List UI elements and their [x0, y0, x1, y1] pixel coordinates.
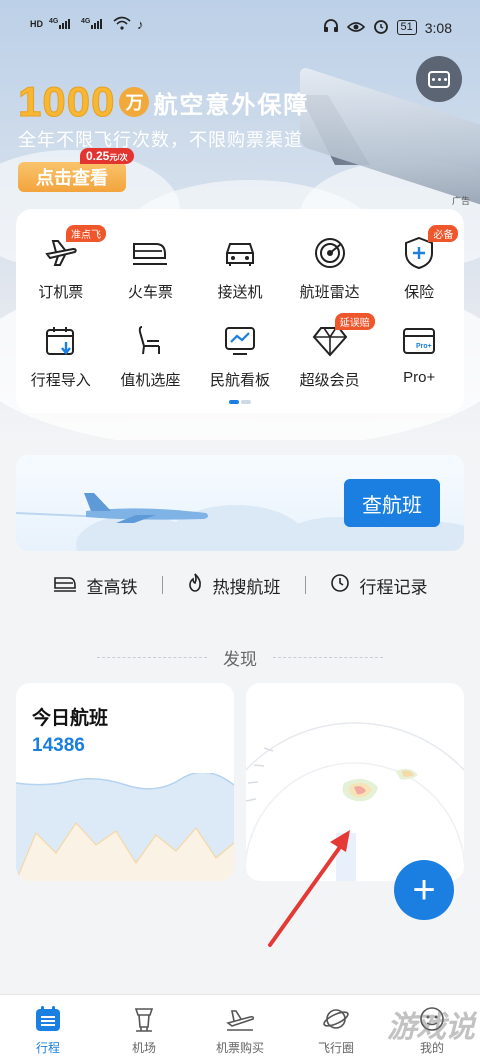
clock-icon: [330, 573, 350, 598]
ad-price: 0.25: [86, 149, 110, 163]
tab-airport-label: 机场: [131, 1041, 156, 1055]
seat-icon: [130, 321, 170, 361]
quick-link-hot-label: 热搜航班: [212, 577, 281, 597]
ad-subtitle: 全年不限飞行次数，不限购票渠道: [18, 130, 303, 150]
service-badge: 必备: [428, 225, 459, 242]
service-car[interactable]: 接送机: [195, 233, 285, 302]
service-badge: 延误赔: [334, 313, 375, 330]
flight-search-banner[interactable]: 查航班: [16, 455, 464, 551]
service-seat[interactable]: 值机选座: [106, 321, 196, 390]
signal-icon-2: 4G: [81, 16, 107, 32]
signal-icon: 4G: [49, 16, 75, 32]
services-grid: 准点飞 订机票 火车票 接送机 航班雷达 必备 保险 行程导入 值机选座 民航看板 延误赔 超级会员…: [16, 209, 464, 413]
car-icon: [220, 233, 260, 273]
today-flights-title: 今日航班: [32, 708, 109, 729]
planet-icon: [320, 1003, 352, 1035]
wifi-icon: [113, 16, 131, 32]
pro-card-icon: Pro+: [399, 321, 439, 361]
tab-itinerary-label: 行程: [35, 1041, 60, 1055]
svg-text:4G: 4G: [49, 18, 59, 25]
airplane-illustration: [16, 493, 209, 523]
ad-headline-unit: 万: [119, 87, 150, 117]
service-label: 值机选座: [120, 372, 181, 389]
service-label: 接送机: [217, 284, 263, 301]
search-flights-button[interactable]: 查航班: [344, 479, 440, 527]
today-flights-count: 14386: [32, 735, 85, 756]
quick-links: 查高铁 热搜航班 行程记录: [0, 570, 480, 600]
service-label: Pro+: [403, 369, 436, 386]
service-plane[interactable]: 准点飞订机票: [16, 225, 106, 302]
tab-flight-circle-label: 飞行圈: [317, 1041, 354, 1055]
itinerary-icon: [32, 1003, 64, 1035]
flights-trend-graphic: [16, 773, 234, 881]
tab-airport[interactable]: 机场: [96, 995, 192, 1061]
service-dashboard[interactable]: 民航看板: [195, 321, 285, 390]
quick-link-history-label: 行程记录: [359, 577, 428, 597]
ad-headline: 1000 万 航空意外保障: [17, 78, 310, 126]
ad-price-badge: 0.25元/次: [80, 148, 134, 164]
service-pro-card[interactable]: Pro+ Pro+: [374, 321, 464, 390]
alarm-icon: [373, 18, 389, 37]
message-button[interactable]: [416, 56, 462, 102]
service-label: 行程导入: [30, 372, 91, 389]
annotation-arrow: [268, 830, 350, 947]
watermark: 游戏说: [387, 1011, 475, 1044]
headphones-icon: [323, 19, 339, 36]
ad-price-unit: 元/次: [109, 153, 128, 162]
service-train[interactable]: 火车票: [106, 233, 196, 302]
service-radar[interactable]: 航班雷达: [285, 233, 375, 302]
service-shield-plus[interactable]: 必备保险: [374, 225, 464, 302]
clock-time: 3:08: [424, 19, 452, 36]
eye-icon: [346, 20, 365, 36]
tab-flight-circle[interactable]: 飞行圈: [288, 995, 384, 1061]
service-diamond[interactable]: 延误赔超级会员: [285, 313, 375, 390]
quick-link-history[interactable]: 行程记录: [306, 573, 452, 598]
train-front-icon: [53, 574, 77, 597]
add-fab-button[interactable]: +: [394, 860, 454, 920]
discover-header: 发现: [0, 645, 480, 669]
service-label: 订机票: [38, 284, 84, 301]
service-label: 民航看板: [209, 372, 270, 389]
divider: [97, 656, 207, 658]
divider: [273, 656, 383, 658]
service-label: 火车票: [127, 284, 173, 301]
music-icon: ♪: [137, 16, 144, 32]
calendar-import-icon: [41, 321, 81, 361]
svg-text:4G: 4G: [81, 18, 91, 25]
chat-bubble-icon: [428, 70, 450, 88]
dashboard-icon: [220, 321, 260, 361]
train-icon: [130, 233, 170, 273]
service-label: 超级会员: [299, 372, 360, 389]
airport-tower-icon: [128, 1003, 160, 1035]
today-flights-card[interactable]: 今日航班 14386: [16, 683, 234, 881]
battery-indicator: 51: [396, 20, 417, 35]
tab-itinerary[interactable]: 行程: [0, 995, 96, 1061]
service-label: 航班雷达: [299, 284, 360, 301]
discover-title: 发现: [223, 649, 257, 669]
plane-takeoff-icon: [224, 1003, 256, 1035]
service-label: 保险: [404, 284, 435, 301]
signal-indicators: HD 4G 4G ♪: [30, 16, 144, 32]
service-calendar-import[interactable]: 行程导入: [16, 321, 106, 390]
tab-buy-tickets[interactable]: 机票购买: [192, 995, 288, 1061]
radar-icon: [310, 233, 350, 273]
hd-icon: HD: [30, 19, 43, 29]
service-badge: 准点飞: [66, 225, 106, 242]
quick-link-train-label: 查高铁: [86, 577, 138, 597]
tab-buy-tickets-label: 机票购买: [215, 1041, 264, 1055]
flame-icon: [187, 572, 203, 598]
svg-text:Pro+: Pro+: [416, 343, 432, 350]
ad-cta-button[interactable]: 点击查看: [18, 162, 126, 192]
ad-headline-text: 航空意外保障: [153, 91, 310, 119]
ad-headline-number: 1000: [17, 78, 116, 126]
ad-tag: 广告: [451, 196, 470, 206]
quick-link-hot[interactable]: 热搜航班: [163, 572, 305, 598]
status-bar: HD 4G 4G ♪ 51 3:08: [0, 0, 480, 54]
quick-link-train[interactable]: 查高铁: [29, 573, 162, 598]
page-indicator: [229, 400, 251, 404]
